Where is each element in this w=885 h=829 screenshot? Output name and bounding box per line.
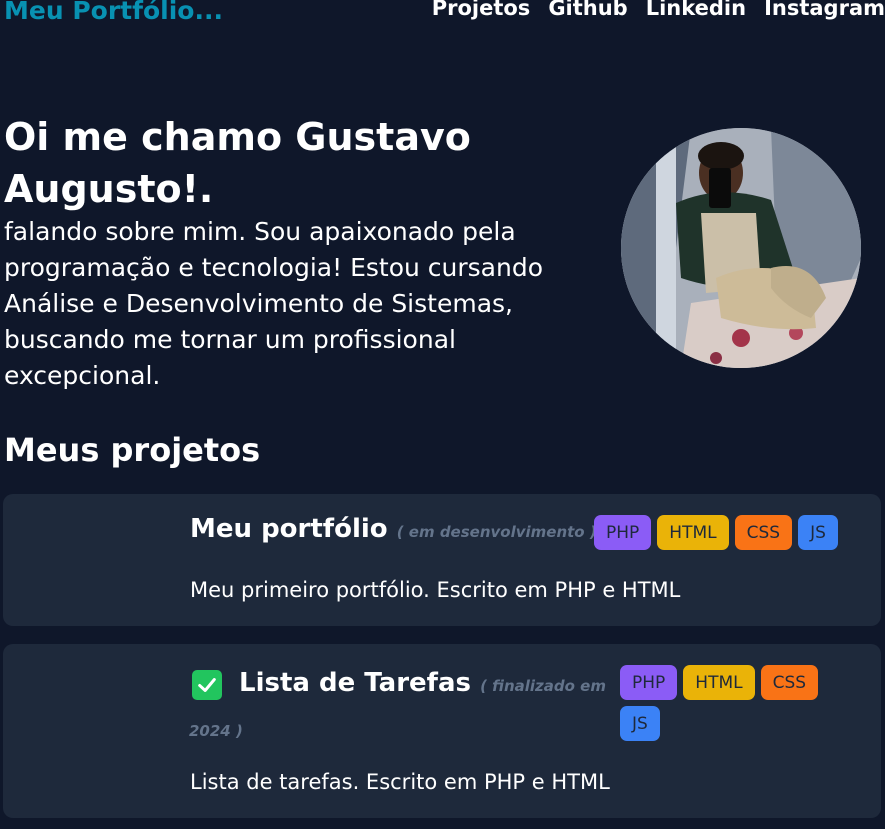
tag-html: HTML bbox=[683, 665, 755, 700]
main-nav: Projetos Github Linkedin Instagram bbox=[432, 0, 885, 20]
check-icon bbox=[192, 670, 222, 700]
tag-html: HTML bbox=[657, 515, 729, 550]
tag-php: PHP bbox=[594, 515, 652, 550]
nav-link-github[interactable]: Github bbox=[548, 0, 627, 20]
project-status: ( finalizado em bbox=[480, 677, 606, 695]
tag-css: CSS bbox=[760, 665, 819, 700]
project-description: Lista de tarefas. Escrito em PHP e HTML bbox=[190, 770, 610, 794]
profile-photo bbox=[621, 128, 861, 368]
project-card-tarefas[interactable]: Lista de Tarefas ( finalizado em 2024 ) … bbox=[3, 644, 881, 818]
logo[interactable]: Meu Portfólio... bbox=[4, 0, 223, 25]
tag-js: JS bbox=[620, 706, 660, 741]
nav-link-instagram[interactable]: Instagram bbox=[764, 0, 885, 20]
tag-js: JS bbox=[798, 515, 838, 550]
nav-link-linkedin[interactable]: Linkedin bbox=[646, 0, 746, 20]
project-card-portfolio[interactable]: Meu portfólio ( em desenvolvimento ) PHP… bbox=[3, 494, 881, 626]
project-status-year: 2024 ) bbox=[189, 722, 243, 740]
tag-php: PHP bbox=[620, 665, 678, 700]
projects-heading: Meus projetos bbox=[4, 431, 261, 469]
project-status: ( em desenvolvimento ) bbox=[396, 523, 597, 541]
project-title: Meu portfólio bbox=[190, 514, 388, 544]
project-description: Meu primeiro portfólio. Escrito em PHP e… bbox=[190, 578, 681, 602]
hero-title: Oi me chamo Gustavo Augusto!. bbox=[4, 115, 471, 211]
tag-css: CSS bbox=[734, 515, 793, 550]
hero-bio: falando sobre mim. Sou apaixonado pela p… bbox=[4, 217, 544, 390]
project-title: Lista de Tarefas bbox=[239, 668, 471, 698]
nav-link-projetos[interactable]: Projetos bbox=[432, 0, 531, 20]
